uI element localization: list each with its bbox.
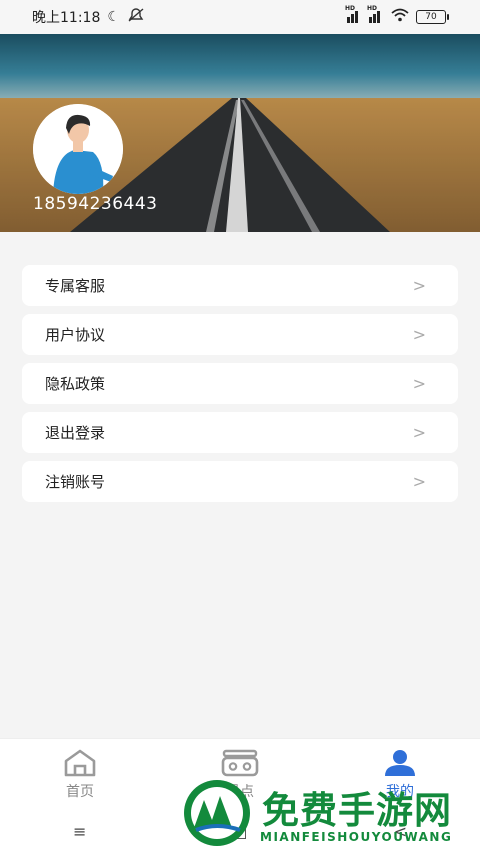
chevron-right-icon: > — [412, 374, 426, 393]
phone-number: 18594236443 — [33, 194, 158, 214]
menu-item-customer-service[interactable]: 专属客服 > — [22, 265, 458, 306]
chevron-right-icon: > — [412, 325, 426, 344]
menu-item-label: 隐私政策 — [45, 375, 106, 393]
mute-alarm-icon — [127, 8, 145, 26]
watermark: 免费手游网 MIANFEISHOUYOUWANG — [182, 778, 472, 850]
battery-level: 70 — [425, 12, 437, 22]
chevron-right-icon: > — [412, 472, 426, 491]
watermark-logo-icon — [184, 780, 250, 846]
vr-glasses-icon — [221, 749, 259, 777]
status-bar: 晚上11:18 ☾ HD HD 70 — [0, 0, 480, 34]
battery-icon: 70 — [416, 10, 449, 24]
menu-item-label: 退出登录 — [45, 424, 106, 442]
avatar[interactable] — [33, 104, 123, 194]
home-icon — [64, 749, 96, 777]
tab-home[interactable]: 首页 — [20, 749, 140, 801]
moon-icon: ☾ — [107, 9, 120, 25]
menu-item-label: 专属客服 — [45, 277, 106, 295]
menu-item-logout[interactable]: 退出登录 > — [22, 412, 458, 453]
menu-item-user-agreement[interactable]: 用户协议 > — [22, 314, 458, 355]
user-illustration-icon — [33, 104, 123, 194]
watermark-subtitle: MIANFEISHOUYOUWANG — [260, 830, 453, 844]
watermark-title: 免费手游网 — [262, 789, 452, 832]
signal-icon: HD — [367, 5, 384, 23]
status-time: 晚上11:18 — [32, 10, 101, 26]
status-bar-right: HD HD 70 — [345, 5, 449, 26]
wifi-icon — [391, 8, 409, 26]
user-icon — [385, 750, 415, 776]
menu-button[interactable]: ≡ — [73, 822, 86, 841]
tab-label: 首页 — [66, 784, 94, 800]
profile-banner: 18594236443 — [0, 34, 480, 232]
menu-item-privacy-policy[interactable]: 隐私政策 > — [22, 363, 458, 404]
menu-item-label: 注销账号 — [45, 473, 106, 491]
menu-item-label: 用户协议 — [45, 326, 106, 344]
status-bar-left: 晚上11:18 ☾ — [32, 7, 145, 27]
chevron-right-icon: > — [412, 276, 426, 295]
settings-menu: 专属客服 > 用户协议 > 隐私政策 > 退出登录 > 注销账号 > — [22, 265, 458, 510]
menu-item-delete-account[interactable]: 注销账号 > — [22, 461, 458, 502]
chevron-right-icon: > — [412, 423, 426, 442]
signal-icon: HD — [345, 5, 362, 23]
